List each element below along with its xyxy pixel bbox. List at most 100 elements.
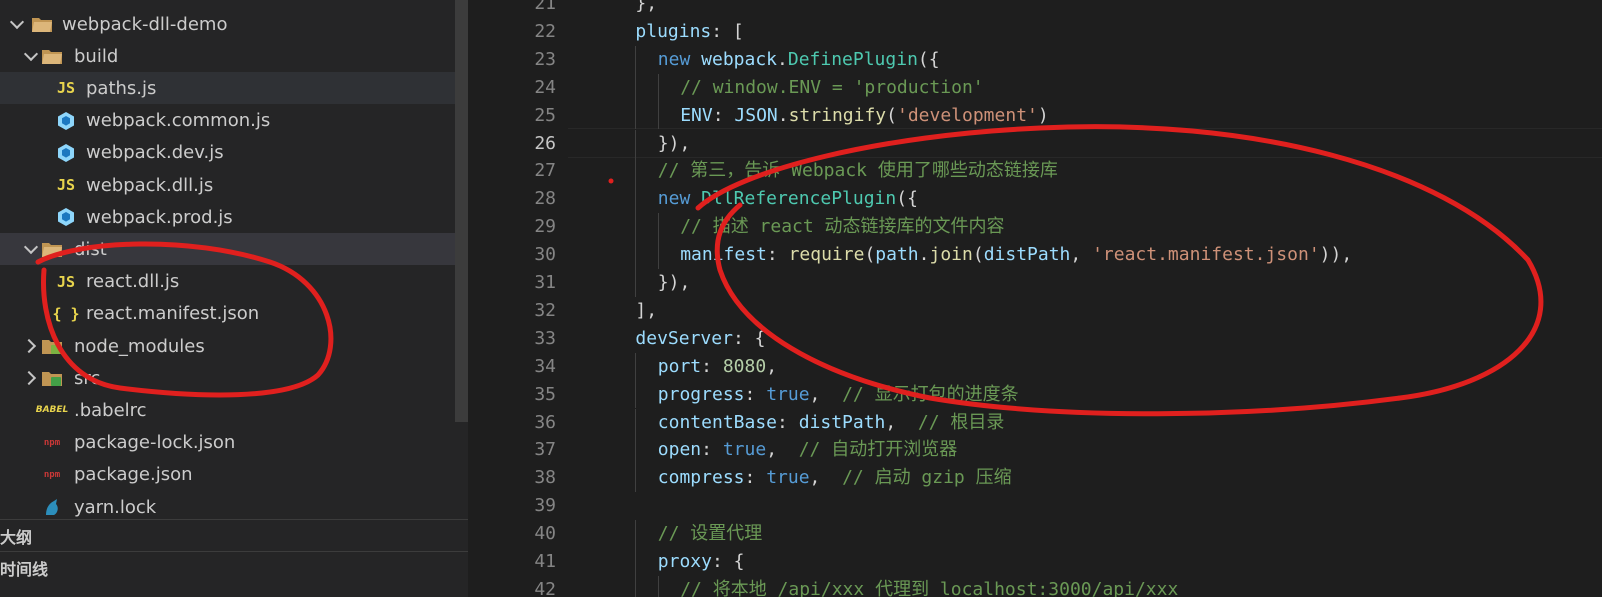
code-token: new [657, 48, 702, 70]
code-token: path [875, 244, 919, 266]
indent-guide [635, 73, 637, 102]
file-explorer: webpack-dll-demo build JS paths.js webpack.c… [0, 0, 468, 597]
code-line[interactable]: // 将本地 /api/xxx 代理到 localhost:3000/api/x… [680, 576, 1178, 597]
code-line[interactable]: contentBase: distPath, // 根目录 [658, 409, 1005, 437]
code-token: }), [657, 132, 691, 154]
code-token: manifest [680, 244, 767, 266]
webpack-file-icon [54, 206, 78, 228]
babel-file-icon: BABEL [35, 405, 69, 416]
code-token: // 将本地 /api/xxx 代理到 localhost:3000/api/x… [680, 578, 1179, 597]
webpack-file-icon [54, 142, 78, 164]
code-token: , [1070, 244, 1093, 266]
tree-item-src[interactable]: src [0, 362, 455, 394]
chevron-right-icon[interactable] [21, 371, 37, 386]
code-line[interactable]: ENV: JSON.stringify('development') [680, 102, 1049, 130]
code-line[interactable]: manifest: require(path.join(distPath, 'r… [680, 241, 1352, 269]
indent-guide [635, 101, 637, 130]
code-token: stringify [788, 104, 887, 126]
line-number: 36 [534, 411, 556, 433]
tree-item-paths-js[interactable]: JS paths.js [0, 72, 455, 105]
code-token: progress [657, 383, 745, 405]
explorer-scrollbar[interactable] [455, 0, 468, 422]
outline-panel-header[interactable]: 大纲 [0, 519, 468, 552]
outline-label: 大纲 [0, 528, 33, 547]
code-line[interactable]: open: true, // 自动打开浏览器 [658, 436, 957, 464]
code-line[interactable]: devServer: { [635, 325, 765, 353]
webpack-file-icon [54, 110, 78, 132]
tree-item-label: yarn.lock [74, 496, 157, 518]
code-token: // 启动 gzip 压缩 [842, 467, 1012, 489]
code-line[interactable]: }, [635, 0, 657, 18]
line-number: 39 [534, 495, 556, 517]
line-number: 33 [534, 327, 556, 349]
code-token: port [657, 355, 702, 377]
tree-item-webpack-dll-js[interactable]: JS webpack.dll.js [0, 169, 455, 201]
tree-item-react-dll-js[interactable]: JS react.dll.js [0, 266, 455, 298]
tree-item-webpack-prod-js[interactable]: webpack.prod.js [0, 201, 455, 233]
chevron-down-icon[interactable] [23, 47, 39, 62]
code-token: new [657, 188, 702, 210]
code-token: 'development' [896, 104, 1038, 126]
indent-guide [657, 73, 659, 102]
code-line[interactable]: }), [658, 130, 691, 158]
indent-guide [657, 101, 659, 130]
code-token: DllReferencePlugin [701, 188, 897, 210]
code-token: true [766, 467, 810, 489]
code-line[interactable]: new DllReferencePlugin({ [658, 185, 918, 213]
code-line[interactable]: port: 8080, [658, 353, 777, 381]
indent-guide [635, 380, 637, 409]
line-number: 37 [534, 439, 556, 461]
code-token: JSON [734, 104, 778, 126]
code-line[interactable]: compress: true, // 启动 gzip 压缩 [658, 464, 1012, 492]
tree-item-label: build [74, 45, 119, 67]
chevron-right-icon[interactable] [21, 338, 37, 354]
code-line[interactable]: ], [635, 297, 657, 325]
tree-item-dist[interactable]: dist [0, 233, 455, 266]
tree-item-node-modules[interactable]: node_modules [0, 330, 455, 362]
tree-item-package-lock-json[interactable]: npm package-lock.json [0, 427, 455, 459]
tree-item-webpack-dev-js[interactable]: webpack.dev.js [0, 137, 455, 169]
code-token: ( [864, 244, 876, 266]
code-line[interactable]: proxy: { [658, 548, 745, 576]
chevron-down-icon[interactable] [23, 240, 39, 255]
yarn-file-icon [40, 496, 64, 518]
chevron-down-icon[interactable] [9, 14, 25, 30]
code-token: join [929, 244, 973, 266]
tree-item-build[interactable]: build [0, 40, 455, 72]
code-token: ({ [917, 48, 940, 70]
line-number: 34 [534, 355, 556, 377]
code-token: // 设置代理 [657, 523, 763, 545]
tree-item-package-json[interactable]: npm package.json [0, 459, 455, 491]
code-token: devServer [635, 327, 733, 349]
code-token: distPath [983, 244, 1071, 266]
code-token: true [766, 383, 810, 405]
code-line[interactable]: }), [658, 269, 691, 297]
code-line[interactable]: progress: true, // 显示打包的进度条 [658, 381, 1019, 409]
tree-item-label: react.manifest.json [86, 303, 260, 325]
tree-item-react-manifest-json[interactable]: { } react.manifest.json [0, 298, 455, 330]
tree-item-label: paths.js [86, 77, 157, 99]
line-number: 21 [534, 0, 556, 14]
code-line[interactable]: // window.ENV = 'production' [680, 74, 983, 102]
timeline-panel-header[interactable]: 时间线 [0, 551, 468, 584]
code-line[interactable]: // 描述 react 动态链接库的文件内容 [680, 213, 1004, 241]
tree-item-label: webpack.dev.js [86, 142, 224, 164]
code-token: require [788, 244, 865, 266]
code-token: , [809, 383, 843, 405]
line-number: 42 [534, 578, 556, 597]
code-line[interactable]: plugins: [ [635, 18, 743, 46]
indent-guide [635, 464, 637, 493]
tree-item-babelrc[interactable]: BABEL .babelrc [0, 394, 455, 426]
js-file-icon: JS [56, 79, 76, 98]
folder-open-icon [30, 13, 54, 35]
code-token: : [712, 104, 735, 126]
code-line[interactable]: // 设置代理 [658, 520, 763, 548]
code-line[interactable]: new webpack.DefinePlugin({ [658, 46, 940, 74]
line-number: 40 [534, 523, 556, 545]
indent-guide [635, 575, 637, 597]
tree-item-webpack-dll-demo[interactable]: webpack-dll-demo [0, 8, 455, 40]
code-token: ( [886, 104, 897, 126]
tree-item-webpack-common-js[interactable]: webpack.common.js [0, 105, 455, 137]
code-editor[interactable]: 21}, 22 plugins: [23 new webpack.DefinePlug… [468, 0, 1602, 597]
code-line[interactable]: // 第三，告诉 Webpack 使用了哪些动态链接库 [658, 157, 1058, 185]
